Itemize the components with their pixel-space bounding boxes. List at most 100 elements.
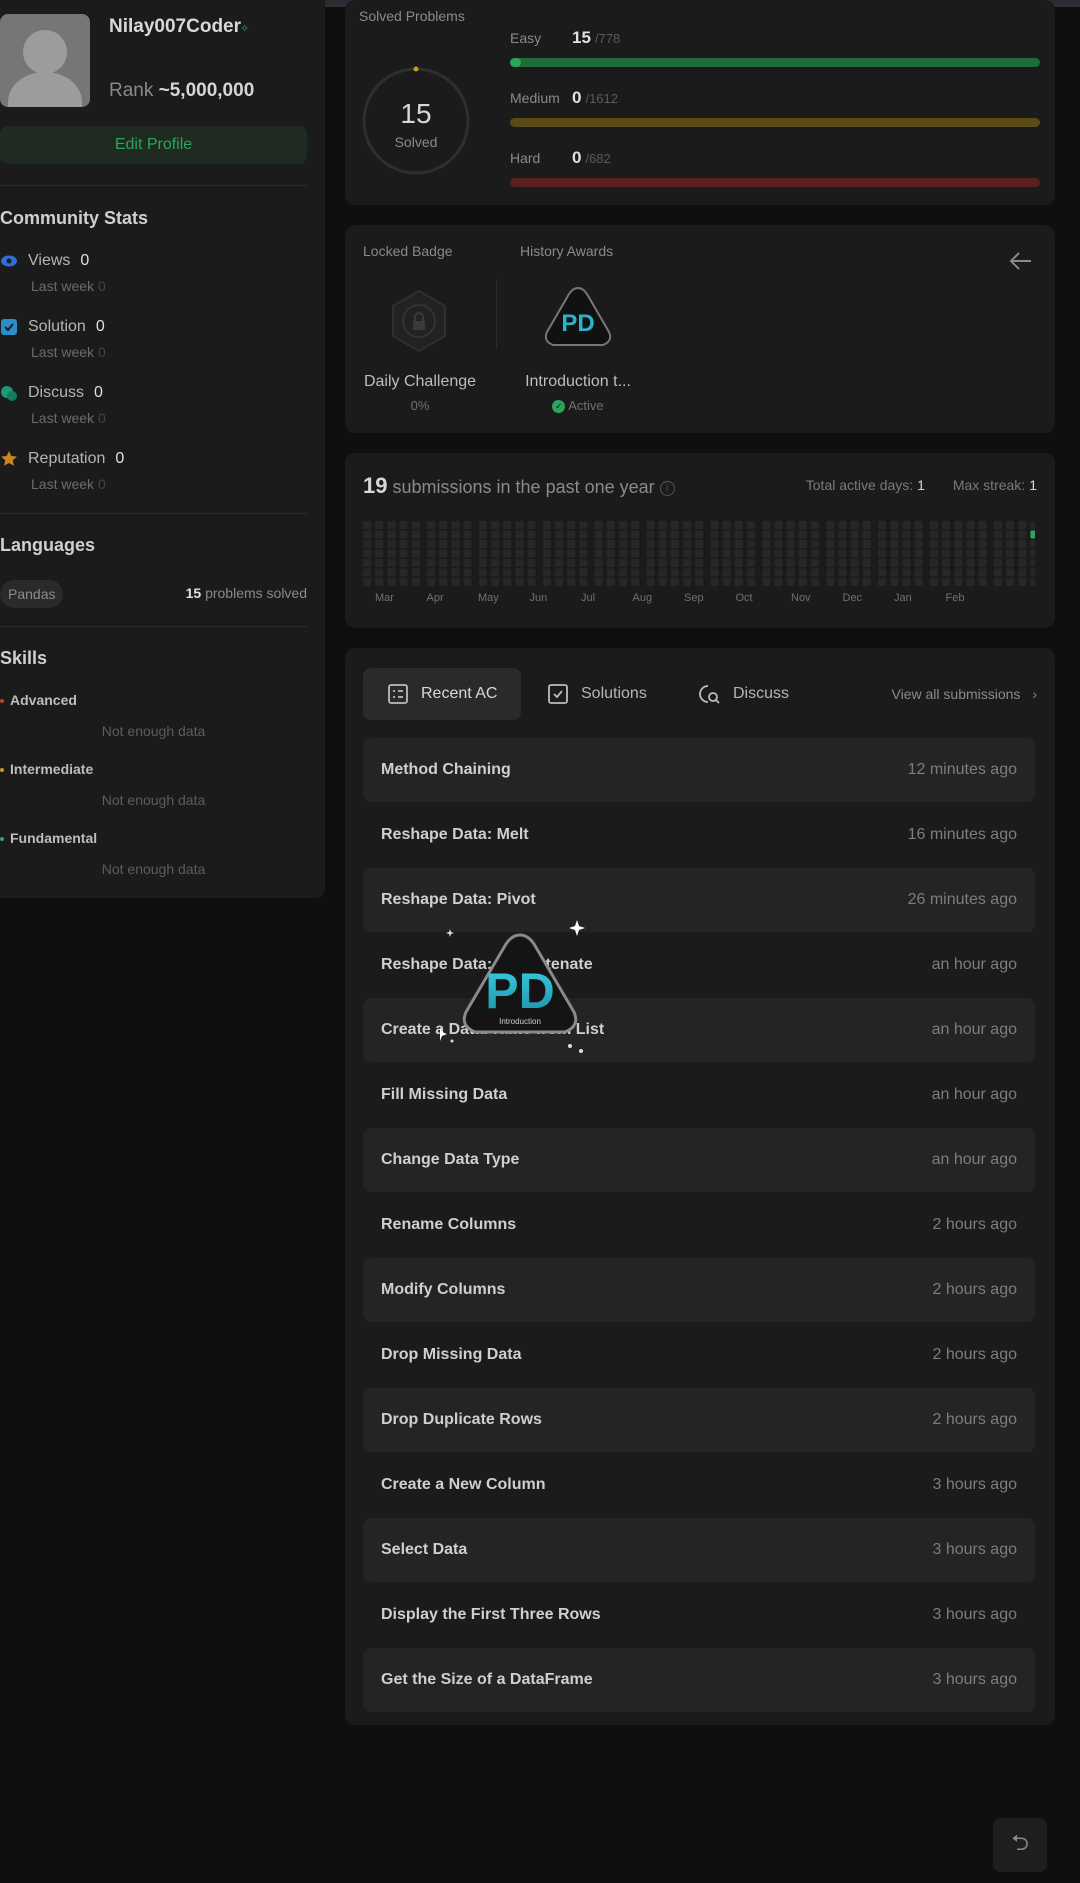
heatmap-cell[interactable]: [747, 568, 755, 577]
heatmap-cell[interactable]: [399, 578, 408, 586]
heatmap-cell[interactable]: [878, 568, 886, 577]
heatmap-cell[interactable]: [606, 530, 615, 539]
submission-row[interactable]: Fill Missing Data an hour ago: [363, 1063, 1035, 1127]
heatmap-cell[interactable]: [670, 559, 679, 567]
heatmap-cell[interactable]: [670, 578, 679, 586]
tab-solutions[interactable]: Solutions: [523, 668, 671, 720]
heatmap-cell[interactable]: [463, 549, 472, 558]
heatmap-cell[interactable]: [658, 559, 667, 567]
heatmap-cell[interactable]: [942, 568, 950, 577]
heatmap-cell[interactable]: [427, 549, 435, 558]
heatmap-cell[interactable]: [427, 521, 435, 529]
heatmap-cell[interactable]: [954, 578, 963, 586]
heatmap-cell[interactable]: [555, 540, 563, 548]
heatmap-cell[interactable]: [762, 549, 771, 558]
heatmap-cell[interactable]: [1018, 559, 1027, 567]
heatmap-cell[interactable]: [542, 530, 551, 539]
heatmap-cell[interactable]: [478, 568, 487, 577]
heatmap-cell[interactable]: [978, 559, 987, 567]
heatmap-cell[interactable]: [463, 559, 472, 567]
heatmap-cell[interactable]: [427, 530, 435, 539]
heatmap-cell[interactable]: [579, 568, 588, 577]
heatmap-cell[interactable]: [747, 549, 755, 558]
submission-row[interactable]: Modify Columns 2 hours ago: [363, 1258, 1035, 1322]
heatmap-cell[interactable]: [774, 568, 783, 577]
heatmap-cell[interactable]: [710, 559, 719, 567]
heatmap-cell[interactable]: [695, 568, 704, 577]
heatmap-cell[interactable]: [503, 568, 512, 577]
heatmap-cell[interactable]: [515, 530, 524, 539]
heatmap-cell[interactable]: [606, 549, 615, 558]
heatmap-cell[interactable]: [734, 568, 743, 577]
heatmap-cell[interactable]: [929, 549, 938, 558]
heatmap-cell[interactable]: [878, 578, 886, 586]
heatmap-cell[interactable]: [695, 549, 704, 558]
heatmap-cell[interactable]: [542, 568, 551, 577]
heatmap-cell[interactable]: [515, 549, 524, 558]
heatmap-cell[interactable]: [878, 559, 886, 567]
heatmap-cell[interactable]: [683, 521, 691, 529]
heatmap-cell[interactable]: [929, 568, 938, 577]
heatmap-cell[interactable]: [878, 549, 886, 558]
heatmap-cell[interactable]: [670, 530, 679, 539]
heatmap-cell[interactable]: [606, 578, 615, 586]
heatmap-cell[interactable]: [463, 530, 472, 539]
heatmap-cell[interactable]: [670, 521, 679, 529]
heatmap-cell[interactable]: [798, 578, 807, 586]
heatmap-cell[interactable]: [503, 549, 512, 558]
badge-popup[interactable]: PD Introduction: [440, 920, 600, 1070]
submission-row[interactable]: Create a New Column 3 hours ago: [363, 1453, 1035, 1517]
heatmap-cell[interactable]: [375, 549, 384, 558]
heatmap-cell[interactable]: [929, 530, 938, 539]
heatmap-cell[interactable]: [838, 568, 847, 577]
heatmap-cell[interactable]: [914, 530, 923, 539]
heatmap-cell[interactable]: [902, 578, 911, 586]
view-all-submissions-link[interactable]: View all submissions ›: [892, 686, 1037, 702]
heatmap-cell[interactable]: [670, 549, 679, 558]
tab-recent-ac[interactable]: Recent AC: [363, 668, 522, 720]
heatmap-cell[interactable]: [954, 549, 963, 558]
tab-discuss[interactable]: Discuss: [673, 668, 813, 720]
heatmap-cell[interactable]: [993, 530, 1002, 539]
avatar[interactable]: [0, 14, 90, 107]
heatmap-cell[interactable]: [658, 568, 667, 577]
heatmap-cell[interactable]: [515, 521, 524, 529]
heatmap-cell[interactable]: [774, 549, 783, 558]
heatmap-cell[interactable]: [619, 578, 627, 586]
heatmap-cell[interactable]: [670, 540, 679, 548]
heatmap-cell[interactable]: [579, 521, 588, 529]
heatmap-cell[interactable]: [954, 521, 963, 529]
heatmap-cell[interactable]: [747, 578, 755, 586]
heatmap-cell[interactable]: [890, 540, 899, 548]
heatmap-cell[interactable]: [942, 549, 950, 558]
heatmap-cell[interactable]: [929, 521, 938, 529]
submission-heatmap[interactable]: [363, 521, 1035, 589]
heatmap-cell[interactable]: [811, 568, 819, 577]
heatmap-cell[interactable]: [798, 559, 807, 567]
heatmap-cell[interactable]: [451, 568, 460, 577]
heatmap-cell[interactable]: [631, 578, 640, 586]
heatmap-cell[interactable]: [491, 521, 499, 529]
heatmap-cell[interactable]: [838, 540, 847, 548]
submission-row[interactable]: Display the First Three Rows 3 hours ago: [363, 1583, 1035, 1647]
heatmap-cell[interactable]: [734, 559, 743, 567]
heatmap-cell[interactable]: [658, 578, 667, 586]
submission-row[interactable]: Select Data 3 hours ago: [363, 1518, 1035, 1582]
skill-intermediate[interactable]: Intermediate: [0, 761, 93, 777]
heatmap-cell[interactable]: [747, 530, 755, 539]
heatmap-cell[interactable]: [567, 559, 576, 567]
submission-row[interactable]: Change Data Type an hour ago: [363, 1128, 1035, 1192]
heatmap-cell[interactable]: [451, 578, 460, 586]
heatmap-cell[interactable]: [942, 559, 950, 567]
heatmap-cell[interactable]: [515, 578, 524, 586]
heatmap-cell[interactable]: [710, 530, 719, 539]
heatmap-cell[interactable]: [850, 540, 859, 548]
heatmap-cell[interactable]: [670, 568, 679, 577]
heatmap-cell[interactable]: [710, 568, 719, 577]
heatmap-cell[interactable]: [567, 540, 576, 548]
heatmap-cell[interactable]: [734, 530, 743, 539]
heatmap-cell[interactable]: [631, 559, 640, 567]
heatmap-cell[interactable]: [683, 578, 691, 586]
heatmap-cell[interactable]: [786, 540, 795, 548]
heatmap-cell[interactable]: [411, 549, 420, 558]
